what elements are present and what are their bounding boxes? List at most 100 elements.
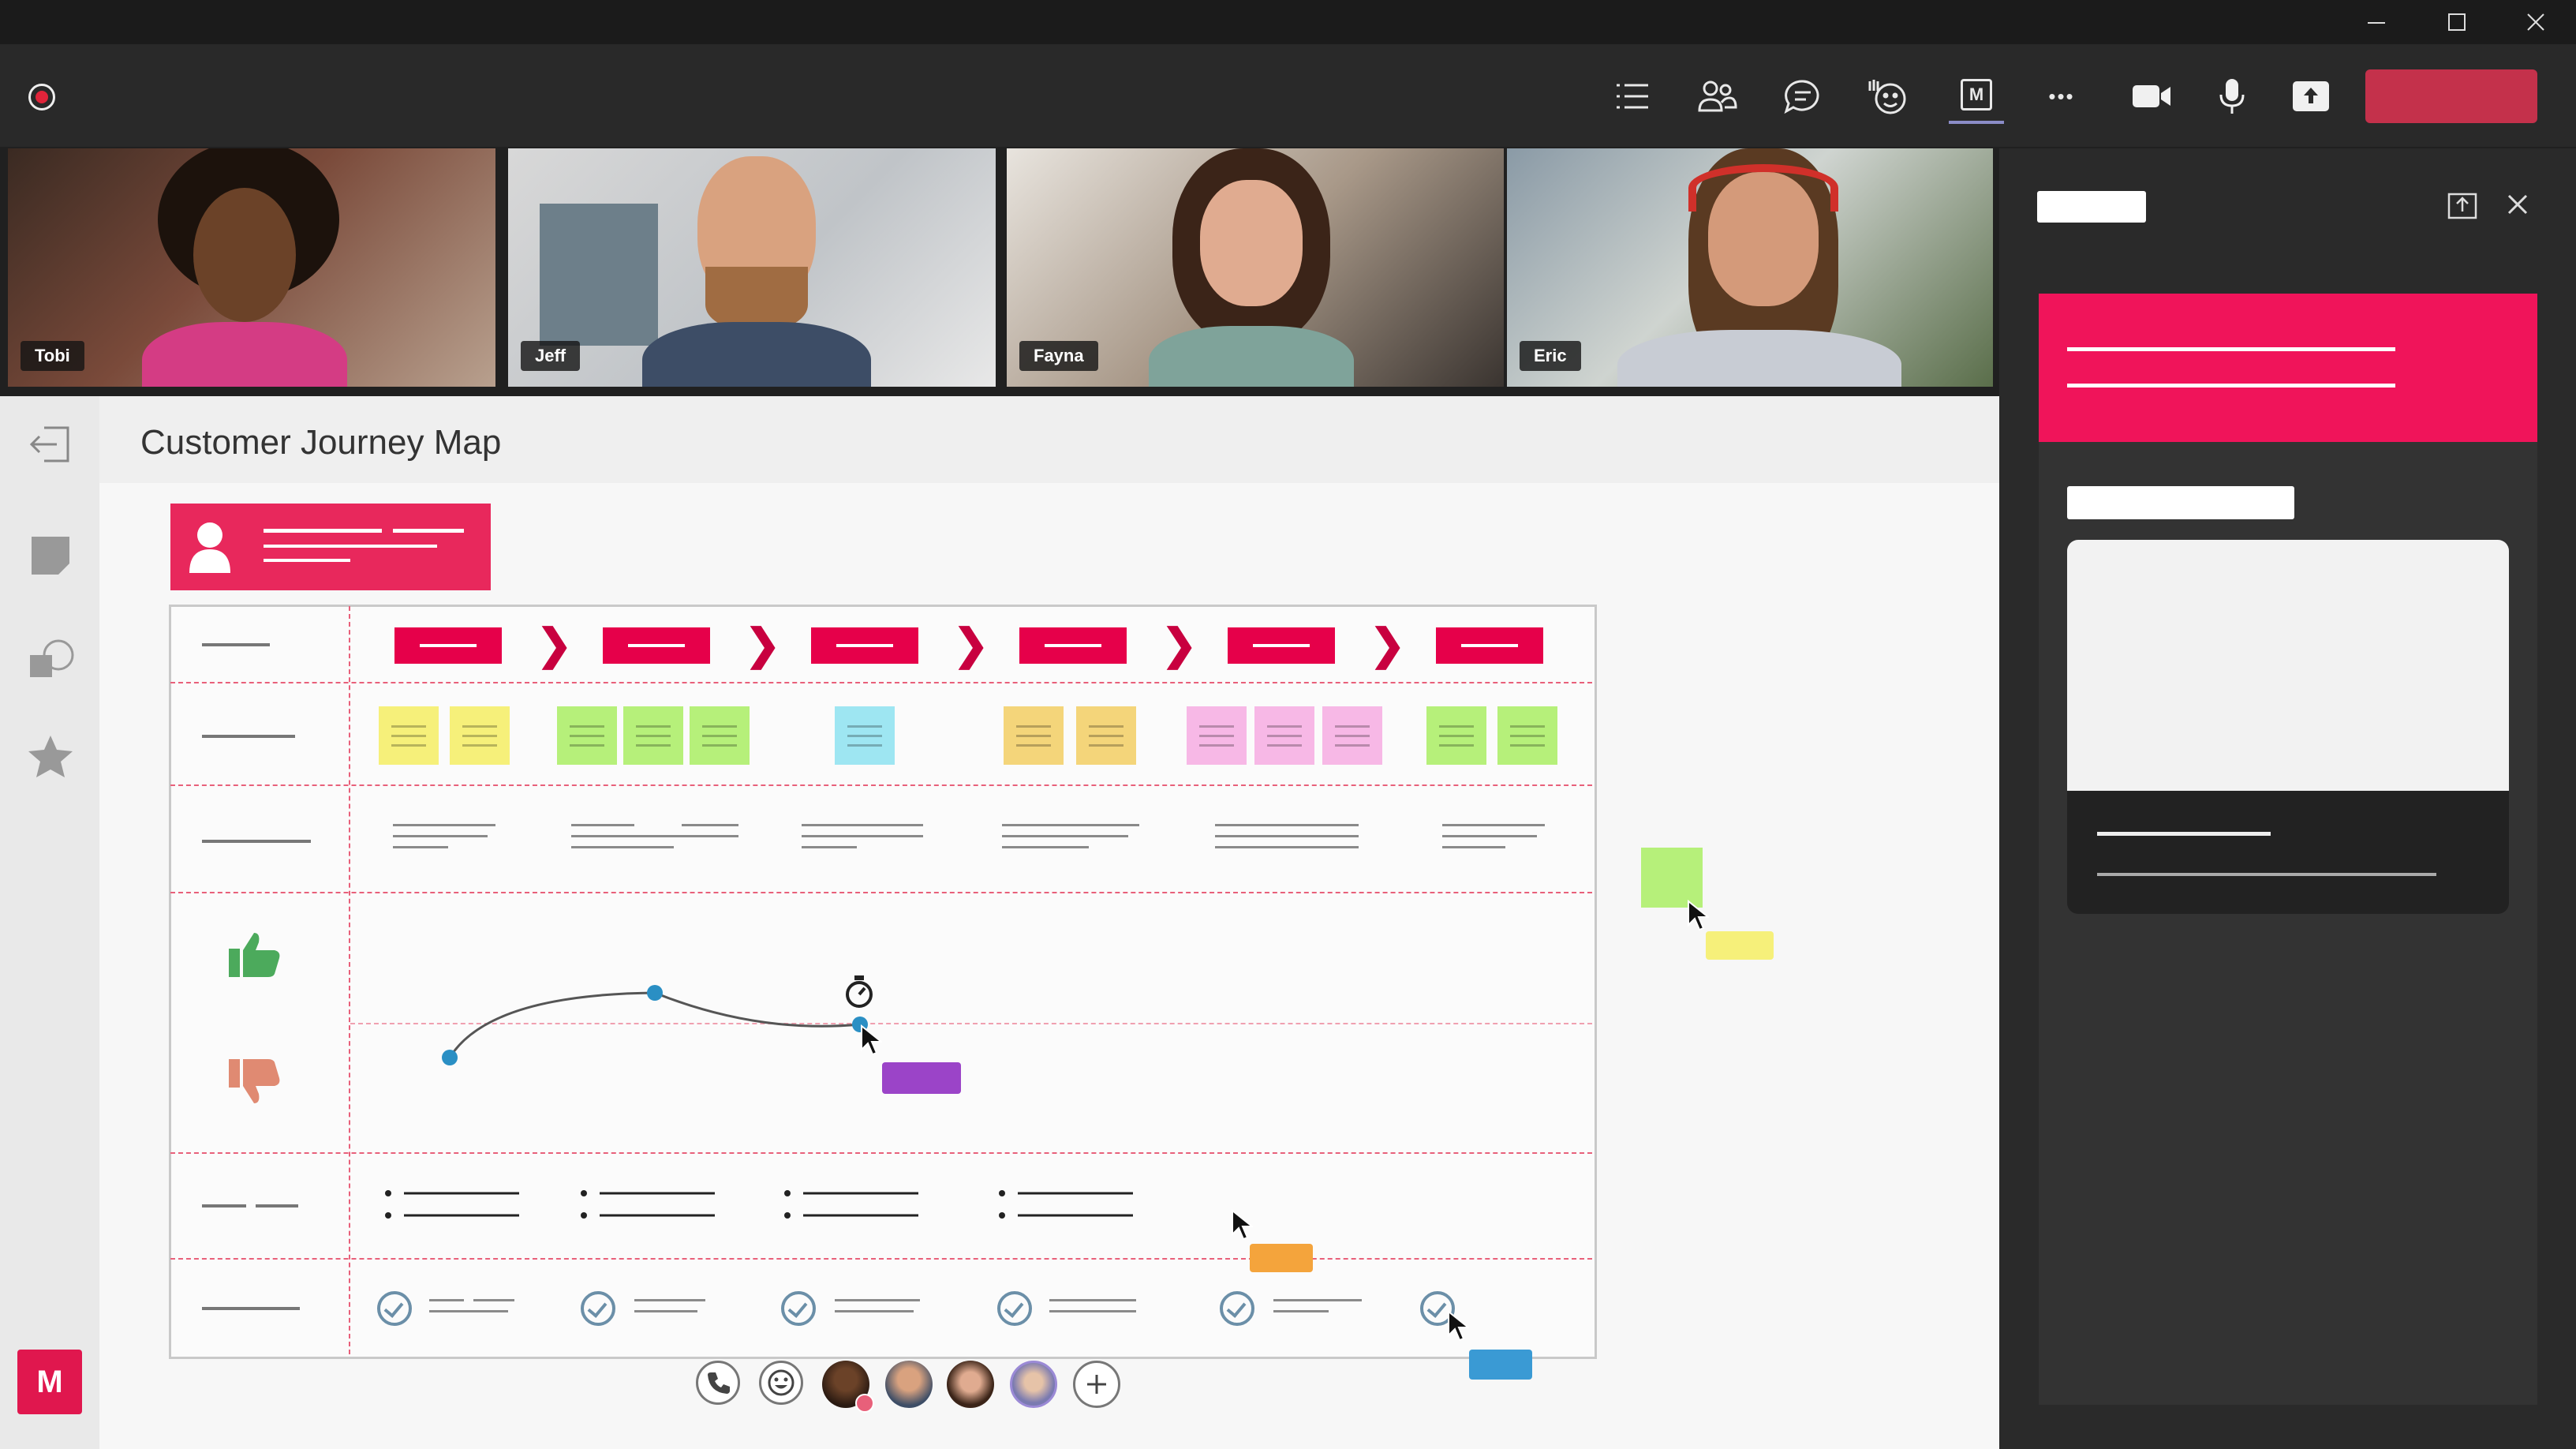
check-circle-icon[interactable] [997, 1291, 1032, 1326]
row-divider [170, 892, 1592, 893]
sticky-note[interactable] [379, 706, 439, 765]
panel-section-title [2067, 486, 2294, 519]
camera-icon[interactable] [2124, 69, 2179, 124]
bullet-list[interactable] [784, 1189, 923, 1224]
row-divider [170, 1258, 1592, 1260]
thought-text[interactable] [1002, 824, 1139, 856]
thought-text[interactable] [571, 824, 738, 856]
sticky-note[interactable] [1076, 706, 1136, 765]
avatar[interactable] [885, 1361, 933, 1408]
whiteboard-app-icon[interactable]: M [1949, 69, 2004, 124]
bullet-list[interactable] [385, 1189, 524, 1224]
participant-name-fayna: Fayna [1019, 341, 1098, 371]
collaborator-label [1706, 931, 1774, 960]
collaborator-label [1250, 1244, 1313, 1272]
panel-preview-caption[interactable] [2067, 791, 2509, 914]
avatar[interactable] [947, 1361, 994, 1408]
check-circle-icon[interactable] [1220, 1291, 1254, 1326]
sticky-note[interactable] [1322, 706, 1382, 765]
row-divider [170, 682, 1592, 683]
row-label-opportunities [202, 1204, 246, 1208]
favorites-icon[interactable] [27, 734, 74, 782]
check-circle-icon[interactable] [581, 1291, 615, 1326]
row-label-opportunities-2 [256, 1204, 298, 1208]
sticky-note[interactable] [1641, 848, 1703, 908]
close-icon[interactable] [2498, 0, 2574, 44]
row-label-tasks [202, 1307, 300, 1310]
chat-icon[interactable] [1775, 69, 1830, 124]
cursor-icon [1688, 900, 1709, 931]
thumbs-down-icon [227, 1058, 284, 1110]
close-icon[interactable] [2506, 193, 2529, 220]
check-circle-icon[interactable] [377, 1291, 412, 1326]
thought-text[interactable] [393, 824, 495, 856]
chevron-right-icon: ❯ [1370, 621, 1406, 668]
window-title-bar [0, 0, 2576, 44]
stage-card[interactable] [1228, 627, 1335, 664]
task-text[interactable] [835, 1299, 920, 1331]
emotion-curve[interactable] [426, 971, 899, 1073]
popout-icon[interactable] [2447, 191, 2477, 223]
task-text[interactable] [634, 1299, 705, 1331]
thought-text[interactable] [1442, 824, 1545, 856]
people-icon[interactable] [1690, 69, 1745, 124]
sticky-note[interactable] [623, 706, 683, 765]
exit-icon[interactable] [28, 425, 73, 468]
grid-divider [349, 606, 350, 1354]
video-tile-jeff[interactable]: Jeff [508, 148, 996, 387]
sticky-note[interactable] [1187, 706, 1247, 765]
stage-card[interactable] [1436, 627, 1543, 664]
timer-icon[interactable] [843, 974, 876, 1014]
chevron-right-icon: ❯ [1161, 621, 1198, 668]
thought-text[interactable] [802, 824, 923, 856]
sticky-note[interactable] [1254, 706, 1314, 765]
sticky-note[interactable] [835, 706, 895, 765]
app-logo[interactable]: M [17, 1350, 82, 1414]
row-label-stages [202, 643, 270, 646]
chevron-right-icon: ❯ [953, 621, 989, 668]
cursor-icon [1448, 1310, 1469, 1342]
list-icon[interactable] [1605, 69, 1660, 124]
page-title: Customer Journey Map [140, 423, 502, 462]
stage-card[interactable] [1019, 627, 1127, 664]
sticky-note[interactable] [450, 706, 510, 765]
row-label-actions [202, 735, 295, 738]
whiteboard-letter: M [1961, 79, 1992, 110]
sticky-note[interactable] [1426, 706, 1486, 765]
phone-icon[interactable] [696, 1361, 740, 1405]
raise-hand-icon[interactable] [1860, 69, 1916, 124]
row-label-thoughts [202, 840, 311, 843]
stage-card[interactable] [811, 627, 918, 664]
sticky-note[interactable] [557, 706, 617, 765]
stage-card[interactable] [603, 627, 710, 664]
sticky-note[interactable] [1004, 706, 1064, 765]
maximize-icon[interactable] [2419, 0, 2495, 44]
avatar[interactable] [1010, 1361, 1057, 1408]
leave-meeting-button[interactable] [2365, 69, 2537, 123]
participant-name-eric: Eric [1520, 341, 1581, 371]
video-tile-fayna[interactable]: Fayna [1007, 148, 1504, 387]
sticky-note-icon[interactable] [30, 535, 71, 580]
bullet-list[interactable] [581, 1189, 720, 1224]
thought-text[interactable] [1215, 824, 1359, 856]
task-text[interactable] [1273, 1299, 1362, 1331]
video-tile-eric[interactable]: Eric [1507, 148, 1993, 387]
microphone-icon[interactable] [2204, 69, 2260, 124]
collaborator-label [1469, 1350, 1532, 1380]
shapes-icon[interactable] [28, 638, 76, 683]
add-participant-icon[interactable] [1073, 1361, 1120, 1408]
bullet-list[interactable] [999, 1189, 1138, 1224]
stage-card[interactable] [394, 627, 502, 664]
check-circle-icon[interactable] [781, 1291, 816, 1326]
persona-card[interactable] [170, 504, 491, 590]
minimize-icon[interactable] [2339, 0, 2414, 44]
sticky-note[interactable] [690, 706, 750, 765]
share-screen-icon[interactable] [2283, 69, 2339, 124]
more-options-icon[interactable]: ••• [2034, 69, 2089, 124]
task-text[interactable] [1049, 1299, 1136, 1331]
panel-preview-image[interactable] [2067, 540, 2509, 791]
video-tile-tobi[interactable]: Tobi [8, 148, 495, 387]
task-text[interactable] [429, 1299, 514, 1331]
emoji-icon[interactable] [759, 1361, 803, 1405]
sticky-note[interactable] [1497, 706, 1557, 765]
